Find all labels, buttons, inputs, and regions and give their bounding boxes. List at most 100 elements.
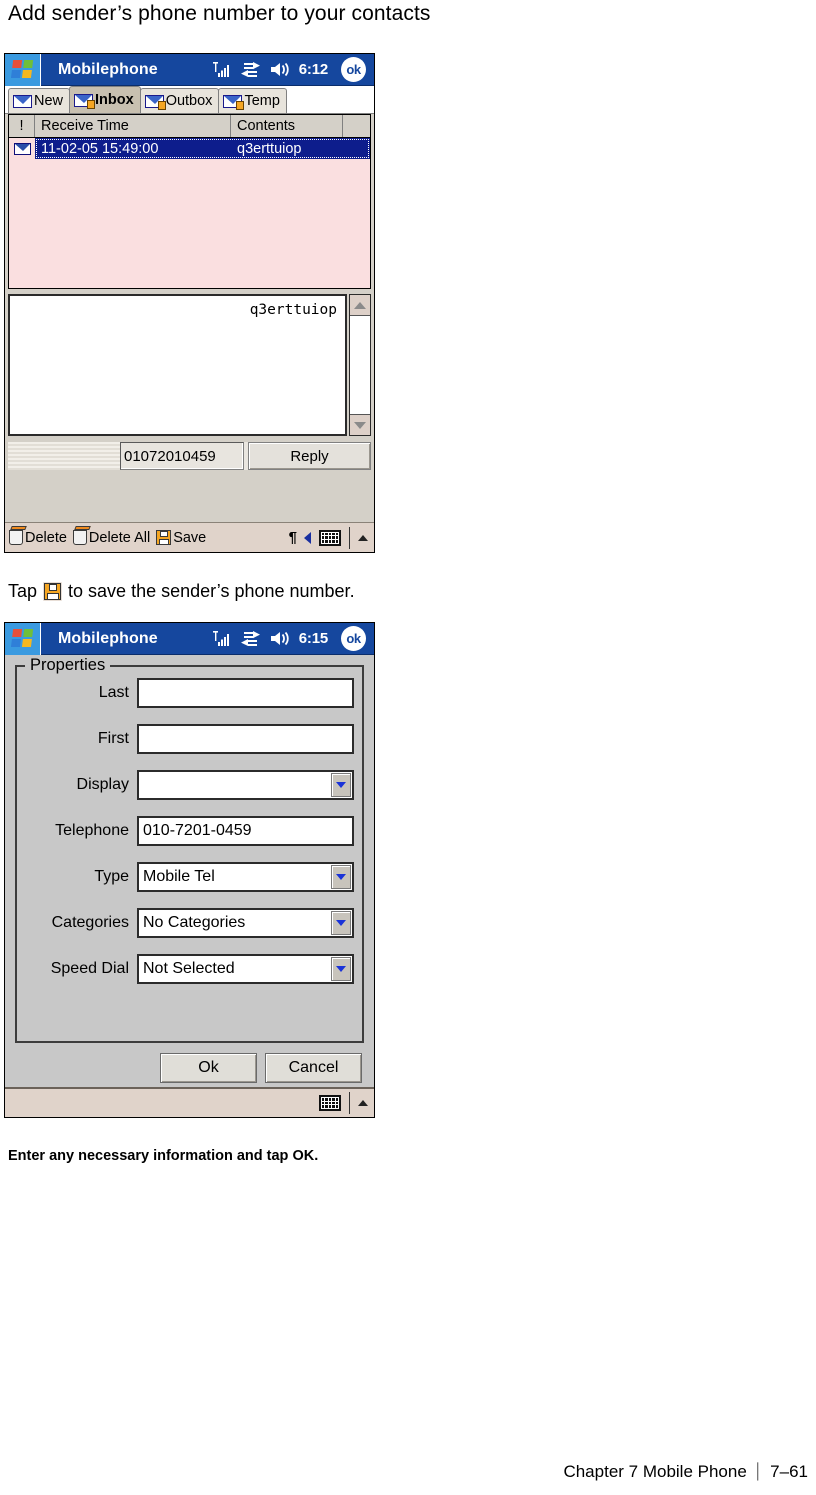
cancel-button[interactable]: Cancel (265, 1053, 362, 1083)
tab-temp[interactable]: Temp (218, 88, 287, 113)
delete-button[interactable]: Delete (9, 530, 67, 546)
envelope-outbox-icon (144, 94, 166, 110)
sender-phone-field[interactable]: 01072010459 (120, 442, 244, 470)
message-list-body[interactable]: 11-02-05 15:49:00 q3erttuiop (9, 138, 370, 288)
reply-button[interactable]: Reply (248, 442, 371, 470)
properties-screenshot: Mobilephone 6:15 ok Properties Last Firs… (4, 622, 375, 1118)
properties-titlebar: Mobilephone 6:15 ok (5, 622, 374, 655)
toolbar-divider (349, 1092, 350, 1114)
telephone-field[interactable]: 010-7201-0459 (137, 816, 354, 846)
ok-close-button[interactable]: ok (341, 626, 366, 651)
caption-tap-suffix: to save the sender’s phone number. (68, 581, 355, 601)
cell-contents: q3erttuiop (237, 140, 302, 157)
label-display: Display (76, 776, 129, 793)
clock: 6:12 (298, 61, 328, 78)
chevron-up-icon[interactable] (358, 1100, 368, 1106)
column-header-spacer (343, 115, 370, 137)
inbox-screenshot: Mobilephone 6:12 ok New Inbox Outbox Tem… (4, 53, 375, 553)
caption-tap-prefix: Tap (8, 581, 38, 601)
mailbox-tabs: New Inbox Outbox Temp (5, 86, 374, 114)
categories-combo-value: No Categories (143, 914, 246, 931)
field-row-display: Display (17, 769, 354, 801)
tab-outbox[interactable]: Outbox (139, 88, 220, 113)
field-row-categories: Categories No Categories (17, 907, 354, 939)
start-button[interactable] (5, 622, 41, 655)
message-body-text[interactable]: q3erttuiop (8, 294, 347, 436)
label-last: Last (98, 684, 129, 701)
field-row-type: Type Mobile Tel (17, 861, 354, 893)
volume-icon[interactable] (270, 631, 290, 646)
signal-strength-icon[interactable] (212, 61, 232, 78)
categories-combo[interactable]: No Categories (137, 908, 354, 938)
footer-page-number: 7–61 (770, 1462, 808, 1481)
reply-row-spacer (8, 442, 120, 470)
windows-logo-icon (10, 60, 34, 79)
chevron-down-icon[interactable] (331, 957, 351, 981)
display-combo[interactable] (137, 770, 354, 800)
trash-icon (72, 530, 87, 545)
field-row-first: First (17, 723, 354, 755)
last-name-field[interactable] (137, 678, 354, 708)
inbox-titlebar: Mobilephone 6:12 ok (5, 53, 374, 86)
message-preview-area: q3erttuiop (8, 294, 371, 436)
label-telephone: Telephone (55, 822, 129, 839)
floppy-disk-icon (43, 581, 63, 601)
status-icon-tray: 6:12 ok (212, 57, 374, 82)
start-button[interactable] (5, 53, 41, 86)
envelope-inbox-icon (74, 93, 96, 109)
chevron-down-icon[interactable] (331, 865, 351, 889)
tab-new[interactable]: New (8, 88, 71, 113)
save-button-label: Save (173, 529, 207, 546)
chevron-down-icon[interactable] (331, 773, 351, 797)
speed-dial-combo[interactable]: Not Selected (137, 954, 354, 984)
message-list-header: ! Receive Time Contents (9, 115, 370, 138)
keyboard-icon[interactable] (319, 1095, 341, 1111)
input-mode-arrow-icon[interactable] (304, 531, 311, 544)
field-row-speed-dial: Speed Dial Not Selected (17, 953, 354, 985)
ok-button[interactable]: Ok (160, 1053, 257, 1083)
keyboard-icon[interactable] (319, 529, 341, 546)
column-header-contents[interactable]: Contents (231, 115, 343, 137)
properties-dialog-body: Properties Last First Display Telephone … (5, 655, 374, 1087)
input-mode-icon[interactable]: ¶ (289, 529, 297, 546)
clock: 6:15 (298, 630, 328, 647)
caption-tap-save: Tap to save the sender’s phone number. (8, 578, 355, 604)
scroll-down-arrow-icon[interactable] (350, 414, 370, 435)
column-header-receive-time[interactable]: Receive Time (35, 115, 231, 137)
field-row-telephone: Telephone 010-7201-0459 (17, 815, 354, 847)
scroll-up-arrow-icon[interactable] (350, 295, 370, 316)
table-row[interactable]: 11-02-05 15:49:00 q3erttuiop (9, 138, 370, 159)
envelope-new-icon (13, 94, 32, 108)
reply-row: 01072010459 Reply (8, 442, 371, 470)
volume-icon[interactable] (270, 62, 290, 77)
properties-groupbox-title: Properties (25, 655, 111, 675)
delete-all-button[interactable]: Delete All (72, 530, 150, 546)
message-list: ! Receive Time Contents 11-02-05 15:49:0… (8, 114, 371, 289)
properties-groupbox: Properties Last First Display Telephone … (15, 655, 364, 1043)
tab-inbox[interactable]: Inbox (69, 86, 141, 113)
network-connection-icon[interactable] (240, 631, 261, 646)
ok-close-button[interactable]: ok (341, 57, 366, 82)
floppy-disk-icon (156, 530, 172, 545)
properties-command-bar (5, 1087, 374, 1117)
tab-inbox-label: Inbox (95, 92, 134, 108)
delete-button-label: Delete (25, 529, 67, 546)
speed-dial-combo-value: Not Selected (143, 960, 235, 977)
signal-strength-icon[interactable] (212, 630, 232, 647)
table-row-selected-content[interactable]: 11-02-05 15:49:00 q3erttuiop (35, 138, 370, 159)
label-speed-dial: Speed Dial (50, 960, 129, 977)
message-scrollbar[interactable] (349, 294, 371, 436)
tab-outbox-label: Outbox (165, 93, 213, 109)
type-combo[interactable]: Mobile Tel (137, 862, 354, 892)
label-first: First (97, 730, 129, 747)
chevron-down-icon[interactable] (331, 911, 351, 935)
network-connection-icon[interactable] (240, 62, 261, 77)
chevron-up-icon[interactable] (358, 534, 368, 541)
page-footer: Chapter 7 Mobile Phone │ 7–61 (563, 1461, 808, 1483)
column-header-priority[interactable]: ! (9, 115, 35, 137)
footer-separator: │ (753, 1463, 764, 1480)
tab-temp-label: Temp (244, 93, 280, 109)
save-button[interactable]: Save (156, 530, 206, 546)
app-title: Mobilephone (58, 629, 158, 647)
first-name-field[interactable] (137, 724, 354, 754)
